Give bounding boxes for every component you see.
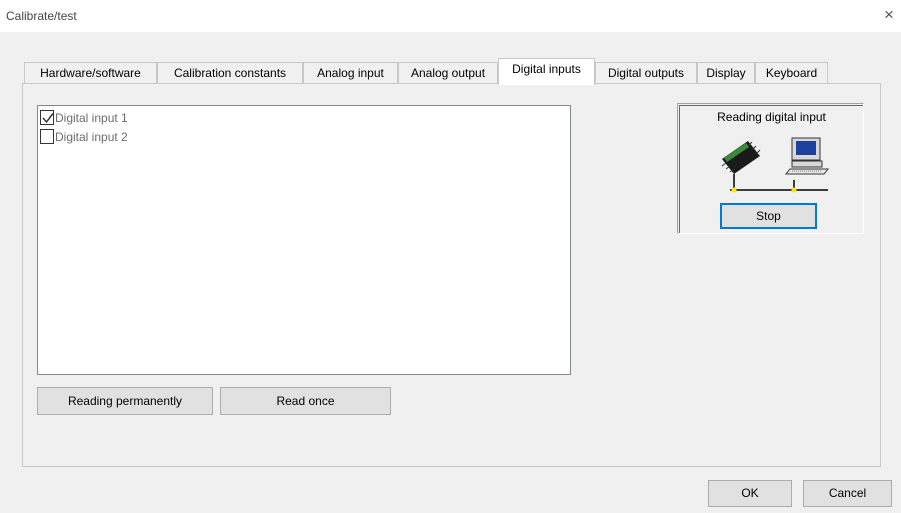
tab-keyboard[interactable]: Keyboard	[755, 62, 828, 84]
status-label: Reading digital input	[717, 110, 826, 124]
close-icon[interactable]: ×	[879, 5, 899, 25]
cancel-button[interactable]: Cancel	[803, 480, 892, 507]
checkbox-checked[interactable]	[40, 110, 54, 125]
ok-button[interactable]: OK	[708, 480, 792, 507]
checkmark-icon	[42, 113, 54, 124]
list-item-label: Digital input 2	[55, 129, 128, 144]
title-bar: Calibrate/test ×	[0, 0, 901, 32]
connection-dot	[731, 187, 737, 193]
checkbox-unchecked[interactable]	[40, 129, 54, 144]
list-item-digital-input-2[interactable]: Digital input 2	[40, 128, 128, 145]
status-frame: Reading digital input Stop	[679, 105, 863, 233]
reading-status-box: Reading digital input Stop	[677, 103, 864, 234]
network-diagram	[721, 137, 830, 193]
chip-icon	[721, 141, 761, 190]
stop-button[interactable]: Stop	[720, 203, 817, 229]
computer-icon	[784, 137, 830, 190]
window-title: Calibrate/test	[6, 9, 77, 23]
tab-analog-input[interactable]: Analog input	[303, 62, 398, 84]
list-item-digital-input-1[interactable]: Digital input 1	[40, 109, 128, 126]
tab-display[interactable]: Display	[697, 62, 755, 84]
tab-hardware-software[interactable]: Hardware/software	[24, 62, 157, 84]
tab-analog-output[interactable]: Analog output	[398, 62, 498, 84]
list-item-label: Digital input 1	[55, 110, 128, 125]
digital-input-list[interactable]: Digital input 1 Digital input 2	[37, 105, 571, 375]
tab-digital-inputs[interactable]: Digital inputs	[498, 58, 595, 85]
connection-dot	[791, 187, 797, 193]
read-once-button[interactable]: Read once	[220, 387, 391, 415]
reading-permanently-button[interactable]: Reading permanently	[37, 387, 213, 415]
tab-calibration-constants[interactable]: Calibration constants	[157, 62, 303, 84]
tab-digital-outputs[interactable]: Digital outputs	[595, 62, 697, 84]
